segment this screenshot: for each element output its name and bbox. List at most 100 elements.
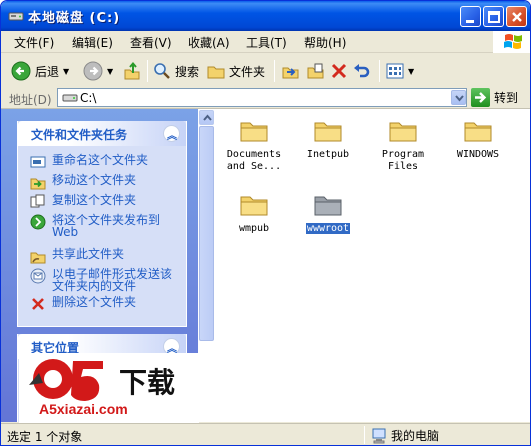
move-to-button[interactable] [281, 60, 301, 82]
toolbar-separator [274, 60, 275, 82]
collapse-button[interactable]: ︽ [163, 125, 180, 142]
folder-icon [240, 196, 268, 216]
maximize-button[interactable] [483, 6, 504, 27]
file-list: Documents and Se... Inetpub Program File… [214, 109, 530, 422]
back-dropdown-icon[interactable]: ▼ [63, 67, 69, 76]
scroll-thumb[interactable] [199, 126, 214, 341]
folder-item[interactable]: Documents and Se... [217, 117, 291, 173]
toolbar-separator [147, 60, 148, 82]
address-bar: 地址(D) C:\ 转到 [1, 87, 530, 109]
back-arrow-icon [11, 61, 31, 81]
folder-label: wmpub [238, 223, 270, 234]
move-folder-icon [30, 178, 46, 190]
chevron-up-icon [203, 114, 212, 121]
task-copy-label: 复制这个文件夹 [52, 193, 137, 207]
folder-icon [314, 122, 342, 142]
delete-x-icon [331, 63, 347, 79]
chevron-up-icon: ︽ [167, 131, 177, 142]
my-computer-icon [372, 428, 386, 443]
copy-to-icon [307, 63, 324, 79]
file-tasks-header[interactable]: 文件和文件夹任务 ︽ [18, 121, 186, 146]
up-folder-icon [124, 61, 140, 80]
copy-to-button[interactable] [306, 60, 326, 82]
address-label: 地址(D) [9, 93, 52, 107]
minimize-button[interactable] [460, 6, 481, 27]
task-move[interactable]: 移动这个文件夹 [30, 174, 182, 190]
drive-icon [62, 94, 78, 102]
watermark-text: A5xiazai.com [39, 401, 128, 417]
windows-flag-icon [493, 31, 530, 53]
close-icon [512, 12, 522, 22]
folder-label: Program Files [381, 149, 425, 172]
maximize-icon [488, 11, 500, 23]
rename-icon [30, 156, 46, 168]
forward-arrow-icon [83, 61, 103, 81]
menu-view[interactable]: 查看(V) [130, 34, 172, 51]
file-tasks-panel: 文件和文件夹任务 ︽ 重命名这个文件夹 移动这个文件夹 复制这个文件夹 将这个文… [17, 121, 187, 327]
folder-icon [464, 122, 492, 142]
menu-file[interactable]: 文件(F) [14, 34, 54, 51]
back-button[interactable]: 后退 ▼ [11, 60, 69, 82]
share-folder-icon [30, 252, 46, 264]
folder-item[interactable]: WINDOWS [441, 117, 515, 161]
task-delete[interactable]: 删除这个文件夹 [30, 296, 182, 312]
email-icon [30, 268, 46, 284]
search-label: 搜索 [175, 64, 200, 79]
toolbar: 后退 ▼ ▼ 搜索 文件夹 ▼ [1, 54, 530, 88]
status-separator [364, 426, 365, 444]
views-button[interactable]: ▼ [386, 60, 414, 82]
folder-icon [314, 196, 342, 216]
folders-icon [207, 66, 225, 79]
menu-favorites[interactable]: 收藏(A) [188, 34, 230, 51]
go-arrow-icon [471, 88, 490, 107]
file-tasks-title: 文件和文件夹任务 [31, 128, 128, 142]
go-label: 转到 [494, 91, 519, 105]
undo-button[interactable] [353, 60, 371, 82]
search-icon [154, 63, 170, 79]
back-label: 后退 [35, 64, 60, 79]
task-email[interactable]: 以电子邮件形式发送该文件夹内的文件 [30, 268, 182, 292]
menu-tools[interactable]: 工具(T) [246, 34, 287, 51]
close-button[interactable] [506, 6, 527, 27]
scroll-up-button[interactable] [199, 110, 214, 125]
folder-label: Documents and Se... [226, 149, 282, 172]
status-location-label: 我的电脑 [391, 429, 440, 443]
folder-label: WINDOWS [456, 149, 500, 160]
title-bar[interactable]: 本地磁盘 (C:) [1, 1, 530, 31]
forward-dropdown-icon[interactable]: ▼ [107, 67, 113, 76]
menu-help[interactable]: 帮助(H) [304, 34, 346, 51]
move-to-icon [282, 67, 299, 79]
task-share[interactable]: 共享此文件夹 [30, 248, 182, 264]
delete-button[interactable] [331, 60, 347, 82]
folder-item[interactable]: Program Files [366, 117, 440, 173]
search-button[interactable]: 搜索 [153, 60, 199, 82]
explorer-window: 本地磁盘 (C:) 文件(F) 编辑(E) 查看(V) 收藏(A) 工具(T) … [0, 0, 531, 446]
folder-icon [389, 122, 417, 142]
go-button[interactable]: 转到 [471, 88, 518, 107]
folders-button[interactable]: 文件夹 [207, 60, 265, 82]
address-dropdown-button[interactable] [451, 90, 466, 105]
copy-icon [30, 194, 45, 208]
views-grid-icon [386, 63, 404, 79]
folder-item-selected[interactable]: wwwroot [291, 191, 365, 235]
menu-edit[interactable]: 编辑(E) [72, 34, 113, 51]
watermark-title: 下载 [119, 366, 176, 399]
task-copy[interactable]: 复制这个文件夹 [30, 194, 182, 210]
folder-item[interactable]: Inetpub [291, 117, 365, 161]
task-pane-scrollbar[interactable] [198, 109, 214, 422]
task-publish-web-label: 将这个文件夹发布到 Web [52, 213, 161, 239]
menu-bar: 文件(F) 编辑(E) 查看(V) 收藏(A) 工具(T) 帮助(H) [1, 31, 530, 53]
task-publish-web[interactable]: 将这个文件夹发布到 Web [30, 214, 182, 238]
folder-label: wwwroot [305, 223, 351, 234]
address-input[interactable]: C:\ [57, 88, 467, 107]
forward-button[interactable]: ▼ [83, 60, 113, 82]
chevron-down-icon [455, 95, 464, 102]
up-folder-button[interactable] [123, 60, 141, 82]
globe-icon [30, 214, 46, 230]
folder-item[interactable]: wmpub [217, 191, 291, 235]
task-rename[interactable]: 重命名这个文件夹 [30, 154, 182, 170]
status-bar: 选定 1 个对象 我的电脑 [1, 423, 530, 445]
views-dropdown-icon[interactable]: ▼ [408, 67, 414, 76]
folder-icon [240, 122, 268, 142]
minimize-icon [466, 20, 474, 23]
